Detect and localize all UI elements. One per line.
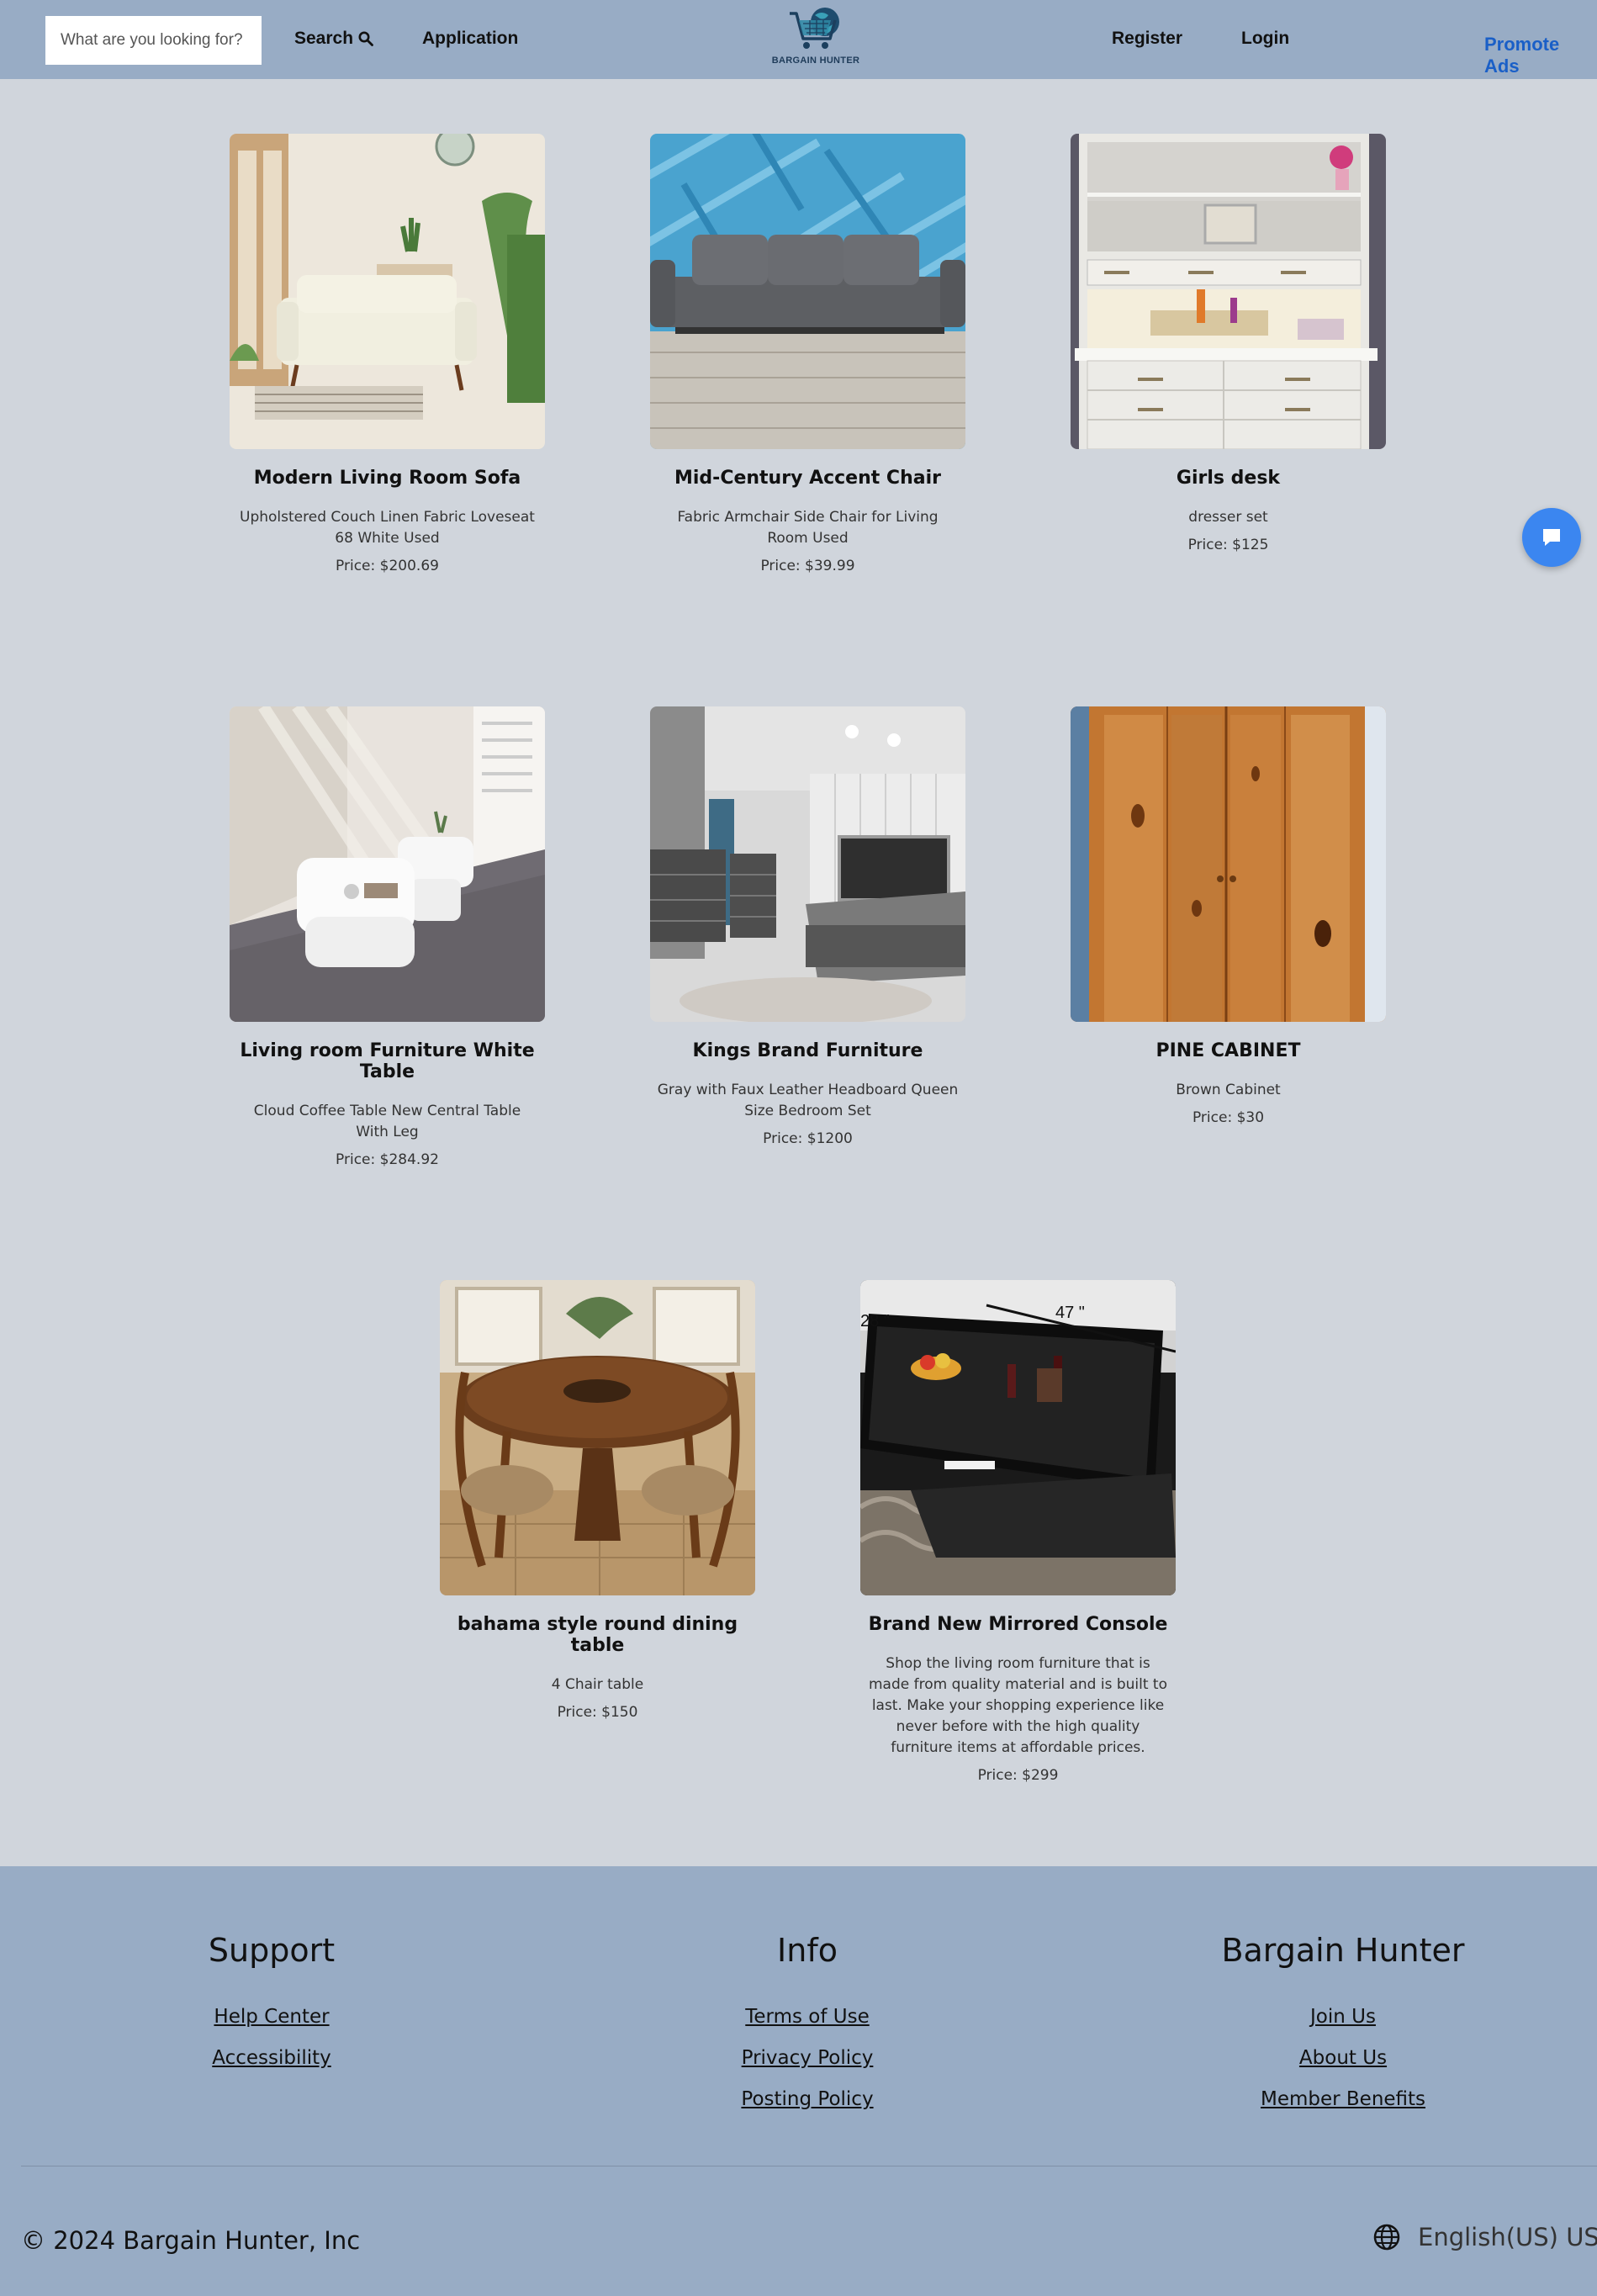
product-description: Cloud Coffee Table New Central Table Wit… [253, 1103, 521, 1140]
language-label: English(US) US $ [1418, 2223, 1597, 2251]
help-center-link[interactable]: Help Center [95, 2006, 448, 2028]
product-title[interactable]: PINE CABINET [1071, 1040, 1386, 1061]
footer-column-support: Support Help Center Accessibility [95, 1866, 448, 2088]
footer-heading: Support [208, 1932, 336, 1969]
footer-column-info: Info Terms of Use Privacy Policy Posting… [631, 1866, 984, 2129]
promote-ads-link[interactable]: Promote Ads [1484, 34, 1597, 77]
footer-heading: Info [777, 1932, 838, 1969]
cart-globe-logo [790, 8, 839, 49]
search-input[interactable] [45, 16, 262, 65]
product-image-dining-table[interactable] [440, 1280, 755, 1595]
top-navbar: Search Application BARGAIN HUNTER Regist… [0, 0, 1597, 79]
product-title[interactable]: Kings Brand Furniture [650, 1040, 965, 1061]
product-card[interactable]: Mid-Century Accent Chair Fabric Armchair… [650, 134, 965, 574]
bargain-hunter-logo[interactable]: BARGAIN HUNTER [769, 5, 863, 74]
product-card[interactable]: Modern Living Room Sofa Upholstered Couc… [230, 134, 545, 574]
product-description: dresser set [1188, 509, 1268, 526]
product-card[interactable]: bahama style round dining table 4 Chair … [440, 1280, 755, 1721]
product-title[interactable]: Girls desk [1071, 468, 1386, 489]
footer-column-brand: Bargain Hunter Join Us About Us Member B… [1166, 1866, 1520, 2129]
product-price: Price: $125 [1187, 537, 1269, 553]
terms-of-use-link[interactable]: Terms of Use [631, 2006, 984, 2028]
product-title[interactable]: Modern Living Room Sofa [230, 468, 545, 489]
copyright-text: © 2024 Bargain Hunter, Inc [21, 2226, 361, 2255]
product-description: Upholstered Couch Linen Fabric Loveseat … [240, 509, 535, 547]
language-selector[interactable]: English(US) US $ [1372, 2223, 1597, 2251]
product-description: Brown Cabinet [1176, 1082, 1281, 1098]
product-price: Price: $1200 [763, 1130, 853, 1147]
application-link[interactable]: Application [422, 29, 518, 49]
dimension-label-right: 47 " [1055, 1304, 1085, 1322]
product-image-accent-chair[interactable] [650, 134, 965, 449]
join-us-link[interactable]: Join Us [1166, 2006, 1520, 2028]
search-icon [358, 31, 373, 46]
chat-icon [1543, 529, 1560, 546]
product-card[interactable]: PINE CABINET Brown Cabinet Price: $30 [1071, 706, 1386, 1126]
product-description: Fabric Armchair Side Chair for Living Ro… [677, 509, 939, 547]
product-title[interactable]: Mid-Century Accent Chair [650, 468, 965, 489]
accessibility-link[interactable]: Accessibility [95, 2047, 448, 2069]
product-card[interactable]: Kings Brand Furniture Gray with Faux Lea… [650, 706, 965, 1147]
product-price: Price: $150 [557, 1704, 638, 1721]
product-image-white-table[interactable] [230, 706, 545, 1022]
product-price: Price: $284.92 [336, 1151, 439, 1168]
product-title[interactable]: Brand New Mirrored Console [860, 1614, 1176, 1635]
product-price: Price: $299 [977, 1767, 1059, 1784]
product-card[interactable]: Girls desk dresser set Price: $125 [1071, 134, 1386, 553]
product-price: Price: $200.69 [336, 558, 439, 574]
product-price: Price: $30 [1192, 1109, 1265, 1126]
product-price: Price: $39.99 [760, 558, 855, 574]
footer: Support Help Center Accessibility Info T… [0, 1866, 1597, 2296]
product-image-pine-cabinet[interactable] [1071, 706, 1386, 1022]
product-description: Shop the living room furniture that is m… [868, 1655, 1168, 1756]
about-us-link[interactable]: About Us [1166, 2047, 1520, 2069]
product-description: Gray with Faux Leather Headboard Queen S… [657, 1082, 959, 1119]
product-title[interactable]: Living room Furniture White Table [230, 1040, 545, 1082]
search-button-label: Search [294, 29, 354, 48]
footer-heading: Bargain Hunter [1221, 1932, 1465, 1969]
product-image-dresser[interactable] [1071, 134, 1386, 449]
dimension-label-left: 28 " [860, 1312, 890, 1331]
chat-button[interactable] [1522, 508, 1581, 567]
member-benefits-link[interactable]: Member Benefits [1166, 2088, 1520, 2110]
product-description: 4 Chair table [551, 1676, 644, 1693]
product-title[interactable]: bahama style round dining table [440, 1614, 755, 1656]
privacy-policy-link[interactable]: Privacy Policy [631, 2047, 984, 2069]
globe-icon [1373, 2224, 1400, 2251]
product-image-mirrored-console[interactable]: 28 " 47 " [860, 1280, 1176, 1595]
product-card[interactable]: Living room Furniture White Table Cloud … [230, 706, 545, 1168]
posting-policy-link[interactable]: Posting Policy [631, 2088, 984, 2110]
product-image-sofa[interactable] [230, 134, 545, 449]
register-link[interactable]: Register [1112, 29, 1182, 49]
logo-text: BARGAIN HUNTER [771, 56, 860, 66]
product-image-bedroom-set[interactable] [650, 706, 965, 1022]
search-button[interactable]: Search [294, 29, 373, 49]
login-link[interactable]: Login [1241, 29, 1289, 49]
product-card[interactable]: 28 " 47 " Brand New Mirrored Console Sho… [860, 1280, 1176, 1784]
